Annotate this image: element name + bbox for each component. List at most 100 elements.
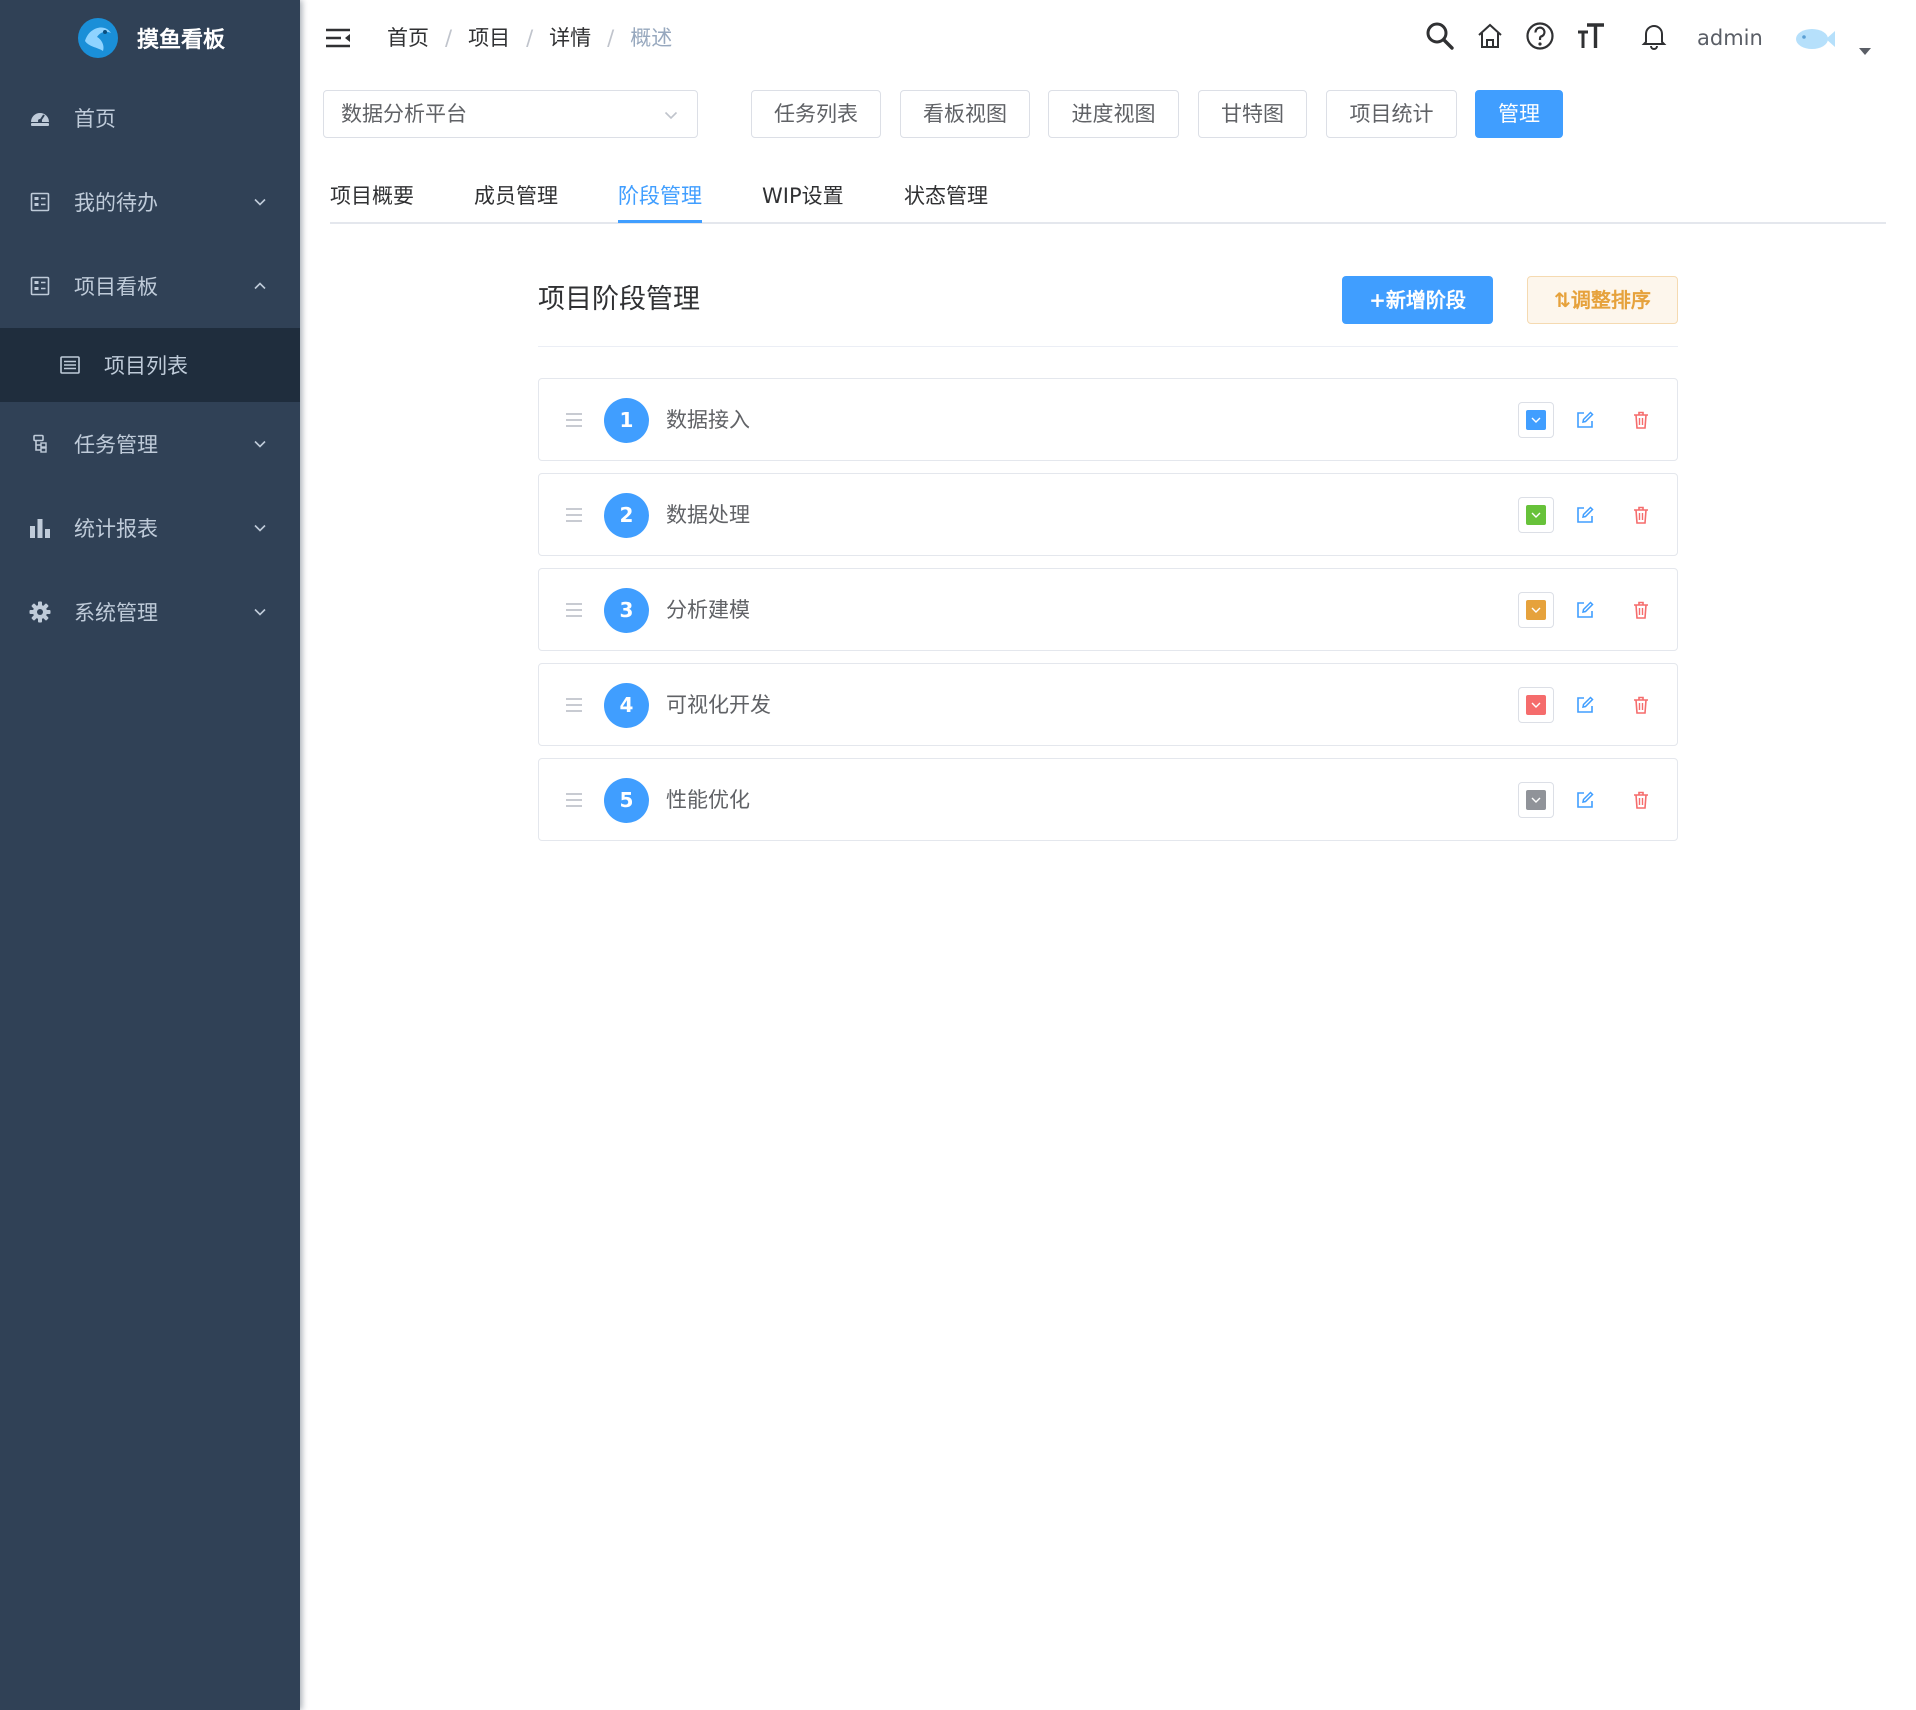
tab-overview[interactable]: 项目概要 xyxy=(330,182,414,210)
stage-color-picker[interactable] xyxy=(1518,497,1554,533)
stage-order-badge: 1 xyxy=(604,398,649,443)
tree-icon xyxy=(28,432,52,456)
manage-tabs: 项目概要 成员管理 阶段管理 WIP设置 状态管理 xyxy=(330,174,1886,224)
active-tab-indicator xyxy=(618,220,702,223)
delete-icon[interactable] xyxy=(1631,600,1651,620)
tab-members[interactable]: 成员管理 xyxy=(474,182,558,210)
divider xyxy=(538,346,1678,347)
chevron-down-icon xyxy=(664,111,678,120)
sidebar-item-home[interactable]: 首页 xyxy=(0,76,300,160)
sort-stages-button[interactable]: ⇅调整排序 xyxy=(1527,276,1678,324)
chevron-down-icon xyxy=(1531,702,1541,708)
chevron-down-icon xyxy=(254,524,266,532)
stage-order-badge: 4 xyxy=(604,683,649,728)
drag-handle-icon[interactable] xyxy=(565,411,583,429)
chevron-down-icon xyxy=(254,198,266,206)
project-select-value: 数据分析平台 xyxy=(341,102,467,126)
sidebar-submenu-project-board: 项目列表 xyxy=(0,328,300,402)
drag-handle-icon[interactable] xyxy=(565,696,583,714)
breadcrumb-separator: / xyxy=(445,26,453,50)
breadcrumb-item-home[interactable]: 首页 xyxy=(387,22,429,54)
board-view-button[interactable]: 看板视图 xyxy=(900,90,1030,138)
panel-title: 项目阶段管理 xyxy=(538,284,700,315)
avatar[interactable] xyxy=(1794,26,1836,52)
tab-stages[interactable]: 阶段管理 xyxy=(618,182,702,210)
home-icon[interactable] xyxy=(1474,20,1506,52)
chevron-down-icon xyxy=(254,440,266,448)
sidebar-item-todo[interactable]: 我的待办 xyxy=(0,160,300,244)
delete-icon[interactable] xyxy=(1631,410,1651,430)
edit-icon[interactable] xyxy=(1575,505,1595,525)
help-icon[interactable] xyxy=(1524,20,1556,52)
dashboard-icon xyxy=(28,106,52,130)
stage-name: 可视化开发 xyxy=(666,693,771,717)
tab-wip-settings[interactable]: WIP设置 xyxy=(762,182,844,210)
sidebar-item-project-board[interactable]: 项目看板 xyxy=(0,244,300,328)
font-size-icon[interactable] xyxy=(1575,20,1607,52)
sidebar-item-system[interactable]: 系统管理 xyxy=(0,570,300,654)
breadcrumb-separator: / xyxy=(526,26,534,50)
username[interactable]: admin xyxy=(1697,22,1763,54)
chevron-down-icon xyxy=(1531,797,1541,803)
stage-color-picker[interactable] xyxy=(1518,402,1554,438)
progress-view-button[interactable]: 进度视图 xyxy=(1048,90,1179,138)
color-swatch xyxy=(1526,410,1546,430)
stage-name: 性能优化 xyxy=(666,788,750,812)
app-logo[interactable]: 摸鱼看板 xyxy=(0,0,300,76)
list-icon xyxy=(58,353,82,377)
app-title: 摸鱼看板 xyxy=(136,28,225,53)
gantt-chart-button[interactable]: 甘特图 xyxy=(1198,90,1307,138)
search-icon[interactable] xyxy=(1424,20,1456,52)
gear-icon xyxy=(28,600,52,624)
stage-color-picker[interactable] xyxy=(1518,592,1554,628)
sidebar-item-label: 项目看板 xyxy=(74,275,158,299)
sidebar: 摸鱼看板 首页 我的待办 项目看板 项目列表 任务管理 统计报表 系统管理 xyxy=(0,0,300,1710)
delete-icon[interactable] xyxy=(1631,790,1651,810)
sidebar-item-label: 我的待办 xyxy=(74,191,158,215)
tab-status[interactable]: 状态管理 xyxy=(904,182,988,210)
stage-order-badge: 2 xyxy=(604,493,649,538)
edit-icon[interactable] xyxy=(1575,410,1595,430)
breadcrumb-item-detail[interactable]: 详情 xyxy=(549,22,591,54)
sidebar-item-label: 任务管理 xyxy=(74,433,158,457)
sidebar-item-task-management[interactable]: 任务管理 xyxy=(0,402,300,486)
drag-handle-icon[interactable] xyxy=(565,791,583,809)
breadcrumb-item-project[interactable]: 项目 xyxy=(468,22,510,54)
caret-down-icon[interactable] xyxy=(1859,48,1871,55)
sort-stages-label: 调整排序 xyxy=(1570,288,1651,312)
form-icon xyxy=(28,190,52,214)
stage-row: 4 可视化开发 xyxy=(538,663,1678,746)
chevron-down-icon xyxy=(1531,417,1541,423)
breadcrumb: 首页 / 项目 / 详情 / 概述 xyxy=(387,22,672,54)
delete-icon[interactable] xyxy=(1631,505,1651,525)
sidebar-item-statistics[interactable]: 统计报表 xyxy=(0,486,300,570)
chevron-up-icon xyxy=(254,282,266,290)
chevron-down-icon xyxy=(1531,512,1541,518)
stage-color-picker[interactable] xyxy=(1518,687,1554,723)
stage-row: 5 性能优化 xyxy=(538,758,1678,841)
drag-handle-icon[interactable] xyxy=(565,506,583,524)
project-select[interactable]: 数据分析平台 xyxy=(323,90,698,138)
color-swatch xyxy=(1526,600,1546,620)
sidebar-item-project-list[interactable]: 项目列表 xyxy=(0,328,300,402)
project-stats-button[interactable]: 项目统计 xyxy=(1326,90,1457,138)
delete-icon[interactable] xyxy=(1631,695,1651,715)
drag-handle-icon[interactable] xyxy=(565,601,583,619)
sidebar-item-label: 统计报表 xyxy=(74,517,158,541)
sidebar-item-label: 项目列表 xyxy=(104,354,188,378)
color-swatch xyxy=(1526,790,1546,810)
bell-icon[interactable] xyxy=(1638,20,1670,52)
stage-name: 数据接入 xyxy=(666,408,750,432)
form-icon xyxy=(28,274,52,298)
breadcrumb-separator: / xyxy=(607,26,615,50)
edit-icon[interactable] xyxy=(1575,790,1595,810)
stage-order-badge: 5 xyxy=(604,778,649,823)
manage-button[interactable]: 管理 xyxy=(1475,90,1563,138)
menu-toggle-icon[interactable] xyxy=(324,24,352,52)
stage-color-picker[interactable] xyxy=(1518,782,1554,818)
edit-icon[interactable] xyxy=(1575,600,1595,620)
edit-icon[interactable] xyxy=(1575,695,1595,715)
task-list-button[interactable]: 任务列表 xyxy=(751,90,881,138)
add-stage-button[interactable]: +新增阶段 xyxy=(1342,276,1493,324)
fish-logo-icon xyxy=(77,18,118,58)
